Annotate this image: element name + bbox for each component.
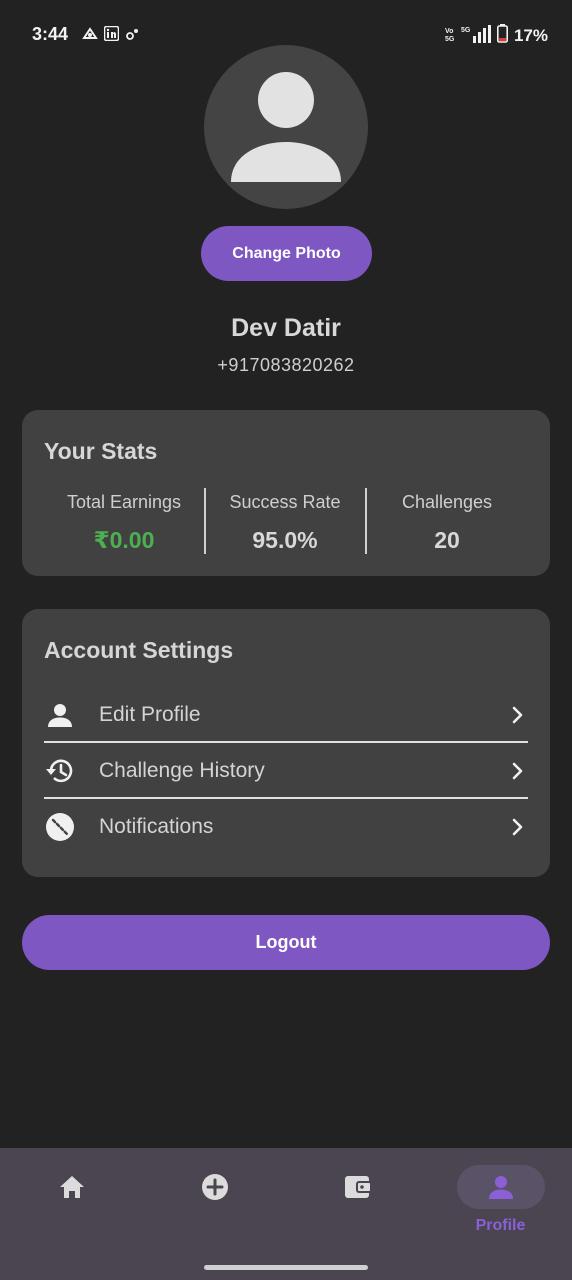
nav-icon-container (171, 1165, 259, 1209)
linkedin-icon (103, 25, 120, 46)
chevron-right-icon (508, 817, 528, 837)
add-circle-icon (201, 1174, 228, 1200)
stat-label: Success Rate (229, 492, 341, 512)
chevron-right-icon (508, 761, 528, 781)
svg-text:5G: 5G (445, 36, 455, 42)
stat-total-earnings: Total Earnings ₹0.00 (44, 492, 204, 554)
stat-success-rate: Success Rate 95.0% (205, 492, 365, 554)
user-phone: +917083820262 (217, 355, 355, 375)
user-name: Dev Datir (231, 314, 341, 342)
nav-item-profile[interactable]: Profile (429, 1148, 572, 1258)
stat-label: Challenges (401, 492, 493, 512)
settings-item-label: Notifications (99, 815, 214, 838)
person-icon (488, 1176, 513, 1199)
home-icon (59, 1176, 84, 1198)
person-icon (231, 72, 341, 182)
avatar[interactable] (204, 45, 368, 209)
volte-icon: Vo 5G (445, 26, 455, 47)
settings-item-challenge-history[interactable]: Challenge History (44, 743, 528, 799)
history-icon (44, 755, 76, 787)
settings-item-label: Edit Profile (99, 703, 201, 726)
battery-icon (496, 24, 508, 48)
bottom-nav: Profile (0, 1148, 572, 1280)
battery-percent: 17% (513, 26, 548, 45)
nav-icon-container (456, 1165, 545, 1209)
stat-challenges: Challenges 20 (367, 492, 527, 554)
app-notification-icon (82, 26, 98, 46)
signal-icon: 5G (461, 24, 491, 48)
account-settings-card: Account Settings Edit Profile Challenge … (22, 609, 550, 877)
change-photo-button[interactable]: Change Photo (201, 226, 372, 281)
stat-value: 20 (434, 527, 460, 553)
person-icon (44, 699, 76, 731)
status-right: Vo 5G 5G 17% (445, 24, 548, 48)
logout-button[interactable]: Logout (22, 915, 550, 970)
settings-item-label: Challenge History (99, 759, 265, 782)
nav-icon-container (28, 1165, 116, 1209)
nav-item-wallet[interactable] (286, 1148, 429, 1258)
nav-icon-container (314, 1165, 402, 1209)
settings-title: Account Settings (44, 637, 234, 663)
profile-screen: 3:44 Vo 5G 5G 17% Change Photo Dev Datir… (0, 0, 572, 1280)
stat-label: Total Earnings (66, 492, 182, 512)
network-type-label: 5G (461, 27, 471, 34)
stats-title: Your Stats (44, 438, 158, 464)
settings-sync-icon (125, 27, 139, 46)
notifications-off-icon (44, 811, 76, 843)
nav-label: Profile (475, 1217, 526, 1234)
nav-item-create[interactable] (143, 1148, 286, 1258)
settings-item-notifications[interactable]: Notifications (44, 799, 528, 855)
chevron-right-icon (508, 705, 528, 725)
settings-item-edit-profile[interactable]: Edit Profile (44, 687, 528, 743)
svg-text:Vo: Vo (445, 28, 453, 35)
stats-card: Your Stats Total Earnings ₹0.00 Success … (22, 410, 550, 576)
stat-value: ₹0.00 (93, 527, 155, 553)
stat-value: 95.0% (252, 527, 318, 553)
notification-icons (82, 25, 139, 46)
wallet-icon (344, 1176, 372, 1198)
status-time: 3:44 (32, 24, 69, 44)
nav-item-home[interactable] (0, 1148, 143, 1258)
home-indicator[interactable] (204, 1265, 368, 1270)
